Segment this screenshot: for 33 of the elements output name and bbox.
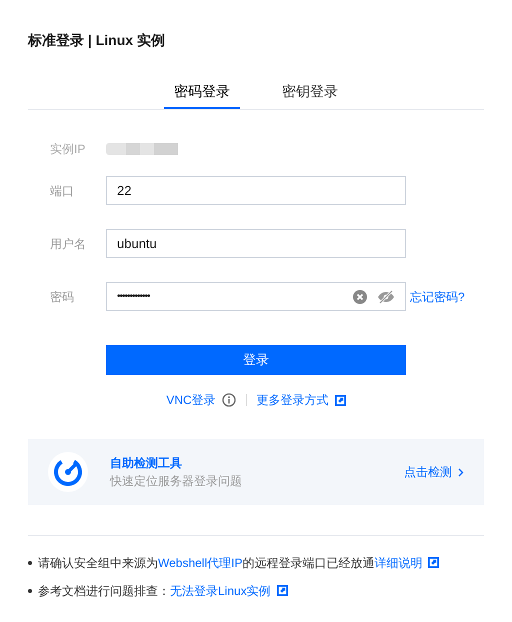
- login-button[interactable]: 登录: [106, 345, 406, 375]
- forgot-password-link[interactable]: 忘记密码?: [410, 288, 465, 306]
- login-tab[interactable]: 密码登录: [164, 81, 240, 109]
- page-title: 标准登录 | Linux 实例: [28, 31, 166, 50]
- field-label: 端口: [50, 182, 75, 200]
- vnc-login-link[interactable]: VNC登录: [166, 391, 216, 409]
- start-check-link[interactable]: 点击检测: [404, 463, 464, 481]
- tool-title: 自助检测工具: [110, 455, 183, 472]
- chevron-right-icon: [458, 468, 464, 476]
- password-field[interactable]: •••••••••••••: [106, 282, 406, 311]
- redacted-value: [106, 143, 178, 155]
- tool-subtitle: 快速定位服务器登录问题: [110, 473, 243, 490]
- external-link-icon: [276, 585, 288, 596]
- external-link-icon: [334, 394, 346, 406]
- note-text: 参考文档进行问题排查：无法登录Linux实例: [38, 582, 288, 600]
- note-text: 请确认安全组中来源为Webshell代理IP的远程登录端口已经放通详细说明: [38, 554, 440, 572]
- field-label: 实例IP: [50, 141, 86, 158]
- input-field[interactable]: ubuntu: [106, 229, 406, 258]
- bullet-icon: [28, 589, 32, 593]
- eye-hidden-icon[interactable]: [377, 290, 395, 304]
- doc-link[interactable]: 详细说明: [374, 556, 440, 570]
- input-field[interactable]: 22: [106, 176, 406, 205]
- more-login-methods-link[interactable]: 更多登录方式: [256, 391, 329, 409]
- external-link-icon: [428, 557, 440, 568]
- doc-link[interactable]: 无法登录Linux实例: [170, 584, 288, 598]
- login-tab[interactable]: 密钥登录: [272, 81, 348, 109]
- doc-link[interactable]: Webshell代理IP: [158, 556, 242, 570]
- info-icon[interactable]: [222, 393, 236, 407]
- gauge-icon: [48, 452, 88, 492]
- field-label: 密码: [50, 288, 75, 306]
- bullet-icon: [28, 561, 32, 565]
- clear-icon[interactable]: [353, 290, 367, 304]
- field-label: 用户名: [50, 236, 87, 252]
